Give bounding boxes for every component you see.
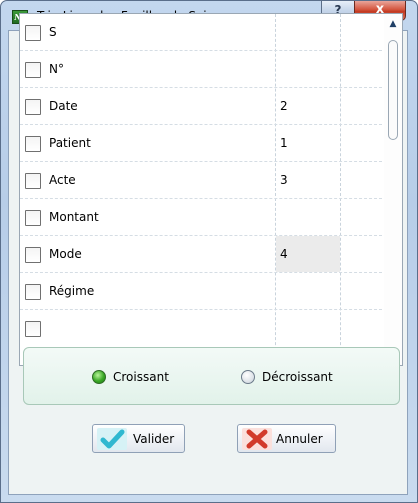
checkmark-icon xyxy=(97,428,127,450)
list-item: Montant xyxy=(20,199,382,236)
validate-label: Valider xyxy=(133,432,175,446)
vertical-scrollbar[interactable]: ▲ ▼ xyxy=(384,14,402,365)
field-label: Régime xyxy=(49,284,95,298)
cancel-label: Annuler xyxy=(276,432,323,446)
sort-checkbox[interactable] xyxy=(25,25,41,41)
list-item: Date 2 xyxy=(20,88,382,125)
sort-checkbox[interactable] xyxy=(25,136,41,152)
list-item: S xyxy=(20,14,382,51)
sort-checkbox[interactable] xyxy=(25,321,41,337)
list-item: Mode 4 xyxy=(20,236,382,273)
validate-button[interactable]: Valider xyxy=(92,424,185,453)
field-label: N° xyxy=(49,62,64,76)
sort-field-list: S N° Date 2 Patient 1 Acte 3 Montant Mod… xyxy=(19,13,403,366)
scroll-up-arrow-icon[interactable]: ▲ xyxy=(387,18,399,30)
field-label: Mode xyxy=(49,247,82,261)
sort-checkbox[interactable] xyxy=(25,62,41,78)
scrollbar-thumb[interactable] xyxy=(388,40,398,140)
ascending-radio[interactable] xyxy=(92,370,106,384)
sort-checkbox[interactable] xyxy=(25,210,41,226)
sort-checkbox[interactable] xyxy=(25,284,41,300)
list-item: Patient 1 xyxy=(20,125,382,162)
field-label: Date xyxy=(49,99,78,113)
sort-checkbox[interactable] xyxy=(25,173,41,189)
sort-order-value[interactable]: 4 xyxy=(280,247,288,261)
descending-label[interactable]: Décroissant xyxy=(262,370,333,384)
sort-direction-group: Croissant Décroissant xyxy=(23,347,400,405)
descending-radio[interactable] xyxy=(241,370,255,384)
list-item: Acte 3 xyxy=(20,162,382,199)
list-item: Régime xyxy=(20,273,382,310)
cancel-button[interactable]: Annuler xyxy=(237,424,336,453)
field-label: Acte xyxy=(49,173,76,187)
field-label: S xyxy=(49,25,57,39)
cross-icon xyxy=(242,428,272,450)
sort-checkbox[interactable] xyxy=(25,247,41,263)
sort-order-value: 3 xyxy=(280,173,288,187)
ascending-label[interactable]: Croissant xyxy=(113,370,169,384)
sort-order-value: 2 xyxy=(280,99,288,113)
sort-checkbox[interactable] xyxy=(25,99,41,115)
list-item-partial xyxy=(20,310,382,347)
list-item: N° xyxy=(20,51,382,88)
field-label: Patient xyxy=(49,136,91,150)
sort-order-value: 1 xyxy=(280,136,288,150)
field-label: Montant xyxy=(49,210,99,224)
